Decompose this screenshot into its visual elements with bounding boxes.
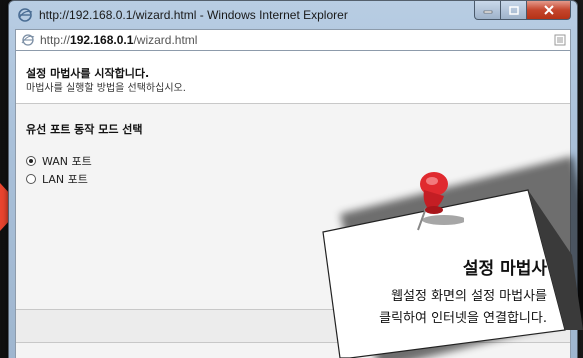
sticky-note: [322, 189, 583, 358]
note-title: 설정 마법사: [462, 259, 547, 279]
pushpin-icon: [417, 172, 464, 231]
note-line-2: 클릭하여 인터넷을 연결합니다.: [379, 311, 547, 326]
note-line-1: 웹설정 화면의 설정 마법사를: [391, 289, 547, 304]
screenshot-frame: http://192.168.0.1/wizard.html - Windows…: [0, 0, 583, 358]
